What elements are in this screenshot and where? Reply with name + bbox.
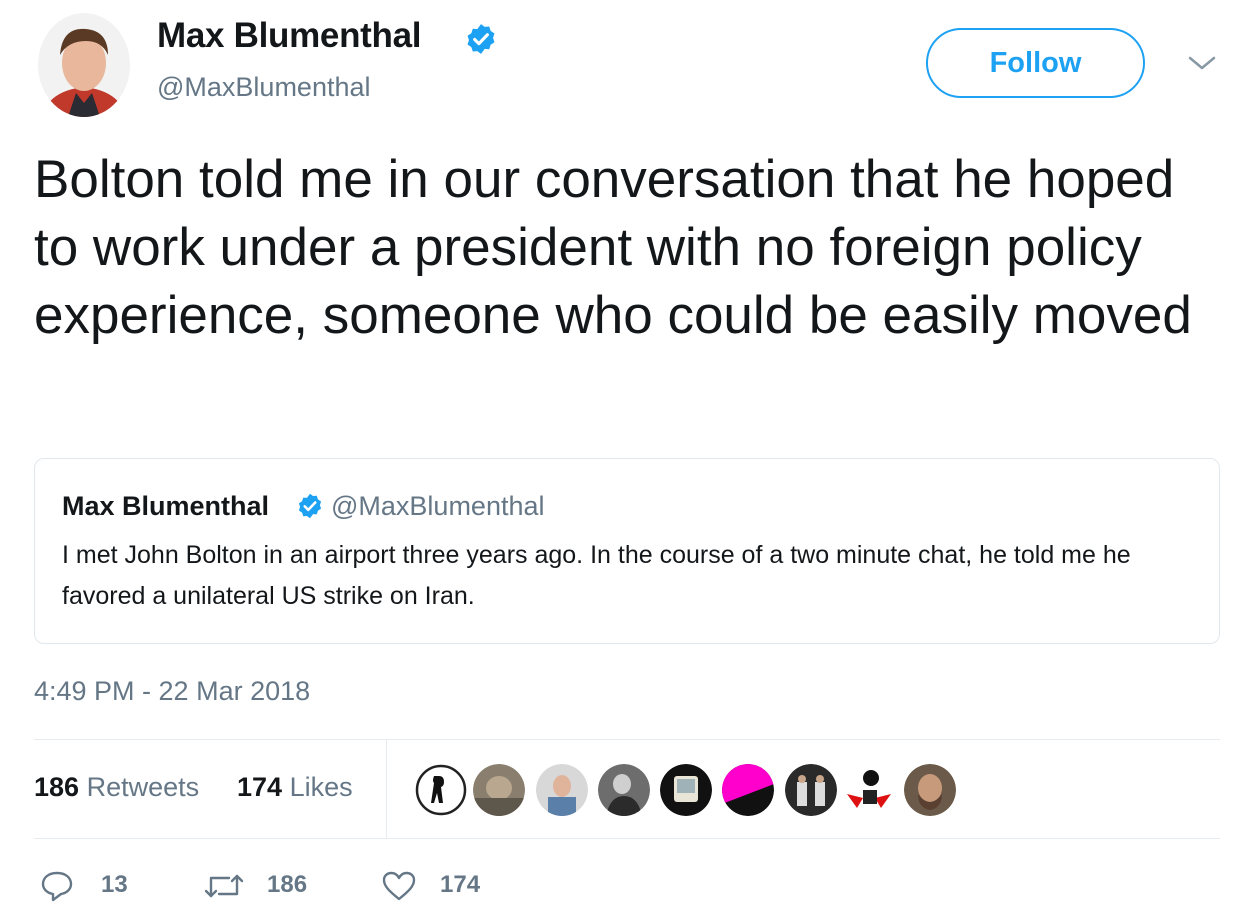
favoriter-avatar-4[interactable] [598, 764, 650, 816]
favoriter-avatar-1[interactable] [415, 764, 467, 816]
favoriter-avatar-8[interactable] [843, 764, 895, 816]
likes-stat[interactable]: 174 Likes [237, 772, 353, 803]
retweets-stat[interactable]: 186 Retweets [34, 772, 199, 803]
retweet-icon[interactable] [203, 870, 245, 907]
reply-count: 13 [101, 871, 128, 898]
quoted-tweet-text: I met John Bolton in an airport three ye… [62, 541, 1131, 610]
quoted-author-name: Max Blumenthal [62, 491, 270, 521]
follow-button[interactable]: Follow [926, 28, 1145, 98]
favoriter-avatar-5[interactable] [660, 764, 712, 816]
heart-icon[interactable] [381, 870, 417, 907]
retweets-count: 186 [34, 772, 80, 802]
stats-top-divider [34, 739, 1220, 740]
favoriter-avatar-2[interactable] [473, 764, 525, 816]
reply-icon[interactable] [40, 870, 74, 907]
favoriter-avatar-3[interactable] [536, 764, 588, 816]
likes-count: 174 [237, 772, 283, 802]
stats-vertical-divider [386, 740, 387, 838]
verified-badge-icon [464, 22, 498, 56]
likes-label: Likes [289, 772, 353, 802]
chevron-down-icon[interactable] [1186, 52, 1218, 74]
author-name[interactable]: Max Blumenthal [157, 16, 421, 56]
author-handle[interactable]: @MaxBlumenthal [157, 72, 371, 103]
favoriter-avatar-7[interactable] [785, 764, 837, 816]
retweets-label: Retweets [86, 772, 200, 802]
tweet-timestamp[interactable]: 4:49 PM - 22 Mar 2018 [34, 676, 310, 707]
author-avatar[interactable] [38, 13, 130, 117]
retweet-count: 186 [267, 871, 308, 898]
tweet-text: Bolton told me in our conversation that … [34, 150, 1192, 345]
favoriter-avatar-6[interactable] [722, 764, 774, 816]
like-count: 174 [440, 871, 481, 898]
verified-badge-icon [296, 492, 324, 520]
favoriter-avatar-9[interactable] [904, 764, 956, 816]
quoted-author-handle: @MaxBlumenthal [331, 491, 545, 521]
stats-bottom-divider [34, 838, 1220, 839]
